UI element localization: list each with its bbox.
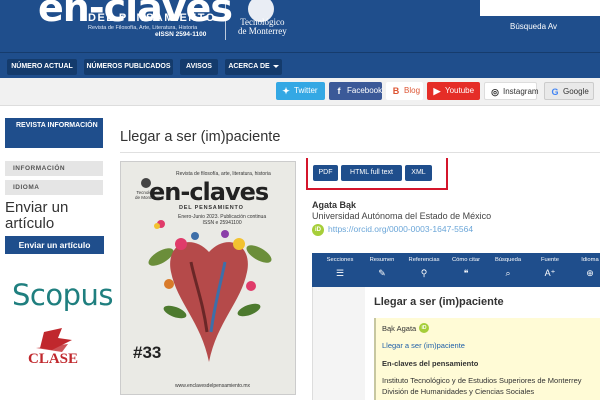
sidebar-tab-idioma[interactable]: IDIOMA bbox=[5, 180, 103, 195]
header-divider bbox=[225, 0, 226, 40]
google-button[interactable]: G Google bbox=[544, 82, 594, 100]
scopus-logo[interactable]: Scopus bbox=[12, 278, 114, 312]
pin-icon: ⚲ bbox=[420, 268, 428, 278]
twitter-label: Twitter bbox=[294, 86, 318, 95]
orcid-icon: iD bbox=[312, 224, 324, 236]
nav-current-issue[interactable]: NÚMERO ACTUAL bbox=[7, 59, 77, 75]
tool-cite-label: Cómo citar bbox=[451, 257, 481, 263]
google-icon: G bbox=[551, 87, 559, 97]
flower-shape bbox=[246, 281, 256, 291]
tool-abstract[interactable]: Resumen ✎ bbox=[360, 257, 404, 279]
institution-logo[interactable]: Tecnológico de Monterrey bbox=[238, 18, 287, 36]
flower-shape bbox=[175, 238, 187, 250]
cover-tagline: Revista de filosofía, arte, literatura, … bbox=[176, 171, 271, 177]
citation-author: Bąk Agata bbox=[382, 324, 417, 333]
cover-subtitle: DEL PENSAMIENTO bbox=[179, 205, 244, 211]
sidebar-revista-info: REVISTA INFORMACIÓN bbox=[5, 118, 103, 148]
tool-abstract-label: Resumen bbox=[369, 257, 395, 263]
submit-heading: Enviar un artículo bbox=[5, 199, 69, 232]
search-input[interactable] bbox=[480, 0, 600, 16]
citation-institution-line1: Instituto Tecnológico y de Estudios Supe… bbox=[382, 376, 582, 385]
citation-title-link[interactable]: Llegar a ser (im)paciente bbox=[382, 341, 465, 350]
institution-name-line2: de Monterrey bbox=[238, 26, 287, 36]
pdf-button[interactable]: PDF bbox=[313, 165, 338, 181]
author-name: Agata Bąk bbox=[312, 200, 357, 210]
blog-button[interactable]: B Blog bbox=[386, 82, 423, 100]
tool-font[interactable]: Fuente A⁺ bbox=[528, 257, 572, 279]
page-title: Llegar a ser (im)paciente bbox=[120, 129, 281, 145]
flower-shape bbox=[154, 223, 160, 229]
sidebar-tab-informacion[interactable]: INFORMACIÓN bbox=[5, 161, 103, 176]
font-size-icon: A⁺ bbox=[544, 268, 556, 278]
cover-url: www.enclavesdelpensamiento.mx bbox=[175, 383, 251, 389]
cover-title: en-claves bbox=[149, 178, 269, 206]
reader-toolbar: Secciones ☰ Resumen ✎ Referencias ⚲ Cómo ci… bbox=[312, 253, 600, 287]
submit-article-button[interactable]: Enviar un artículo bbox=[5, 236, 104, 254]
nav-about-label: ACERCA DE bbox=[228, 63, 270, 70]
journal-logo-subtitle: DEL PENSAMIENTO bbox=[88, 12, 216, 24]
twitter-button[interactable]: ✦ Twitter bbox=[276, 82, 325, 100]
nav-about[interactable]: ACERCA DE bbox=[225, 59, 282, 75]
facebook-button[interactable]: f Facebook bbox=[329, 82, 382, 100]
tool-language-label: Idioma bbox=[581, 257, 599, 263]
nav-archives[interactable]: NÚMEROS PUBLICADOS bbox=[84, 59, 173, 75]
citation-orcid-icon[interactable]: iD bbox=[419, 323, 429, 333]
social-bar: ✦ Twitter f Facebook B Blog ▶ Youtube ◎ Insta… bbox=[0, 78, 600, 106]
youtube-button[interactable]: ▶ Youtube bbox=[427, 82, 480, 100]
pen-icon: ✎ bbox=[378, 268, 386, 278]
chevron-down-icon bbox=[272, 64, 279, 68]
facebook-label: Facebook bbox=[347, 86, 383, 95]
reader-article-title: Llegar a ser (im)paciente bbox=[374, 296, 504, 308]
instagram-label: Instagram bbox=[503, 87, 539, 96]
citation-institution-line2: División de Humanidades y Ciencias Socia… bbox=[382, 386, 535, 396]
instagram-icon: ◎ bbox=[491, 87, 499, 97]
site-header: en-claves DEL PENSAMIENTO Revista de Fil… bbox=[0, 0, 600, 52]
tool-search-label: Búsqueda bbox=[494, 257, 522, 263]
orcid-link[interactable]: https://orcid.org/0000-0003-1647-5564 bbox=[328, 224, 473, 234]
tool-search[interactable]: Búsqueda ⌕ bbox=[486, 257, 530, 279]
clase-logo-text: CLASE bbox=[28, 351, 79, 367]
flower-shape bbox=[221, 230, 229, 238]
html-full-text-button[interactable]: HTML full text bbox=[341, 165, 402, 181]
instagram-button[interactable]: ◎ Instagram bbox=[484, 82, 539, 100]
citation-institution: Instituto Tecnológico y de Estudios Supe… bbox=[382, 376, 600, 397]
tool-references-label: Referencias bbox=[408, 257, 440, 263]
tool-sections[interactable]: Secciones ☰ bbox=[318, 257, 362, 279]
tool-references[interactable]: Referencias ⚲ bbox=[402, 257, 446, 279]
issue-cover-image[interactable]: Tecnológico de Monterrey Revista de filos… bbox=[120, 161, 296, 395]
main-nav: NÚMERO ACTUAL NÚMEROS PUBLICADOS AVISOS … bbox=[0, 52, 600, 78]
cover-date: Enero-Junio 2023. Publicación continua IS… bbox=[178, 214, 266, 226]
search-icon: ⌕ bbox=[505, 268, 511, 278]
tool-cite[interactable]: Cómo citar ❝ bbox=[444, 257, 488, 279]
blog-label: Blog bbox=[404, 86, 421, 95]
youtube-label: Youtube bbox=[445, 86, 475, 95]
blog-icon: B bbox=[392, 86, 400, 96]
author-affiliation: Universidad Autónoma del Estado de Méxic… bbox=[312, 211, 492, 221]
advanced-search-link[interactable]: Búsqueda Av bbox=[510, 22, 557, 31]
cover-date-line2: ISSN e 25941100 bbox=[202, 220, 242, 226]
tool-language[interactable]: Idioma ⊕ bbox=[568, 257, 600, 279]
google-label: Google bbox=[563, 87, 589, 96]
journal-issn: eISSN 2594-1100 bbox=[155, 31, 207, 38]
flower-shape bbox=[164, 279, 174, 289]
flower-shape bbox=[191, 232, 199, 240]
title-divider bbox=[120, 152, 600, 153]
twitter-icon: ✦ bbox=[282, 86, 290, 96]
citation-journal: En-claves del pensamiento bbox=[382, 359, 479, 368]
cover-issue-number: #33 bbox=[133, 343, 162, 362]
xml-button[interactable]: XML bbox=[405, 165, 432, 181]
youtube-icon: ▶ bbox=[433, 86, 441, 96]
flower-shape bbox=[233, 238, 245, 250]
tool-sections-label: Secciones bbox=[326, 257, 354, 263]
list-icon: ☰ bbox=[335, 268, 345, 278]
globe-icon: ⊕ bbox=[586, 268, 594, 278]
facebook-icon: f bbox=[337, 86, 341, 96]
tool-font-label: Fuente bbox=[540, 257, 560, 263]
nav-announcements[interactable]: AVISOS bbox=[180, 59, 218, 75]
quote-icon: ❝ bbox=[463, 268, 469, 278]
